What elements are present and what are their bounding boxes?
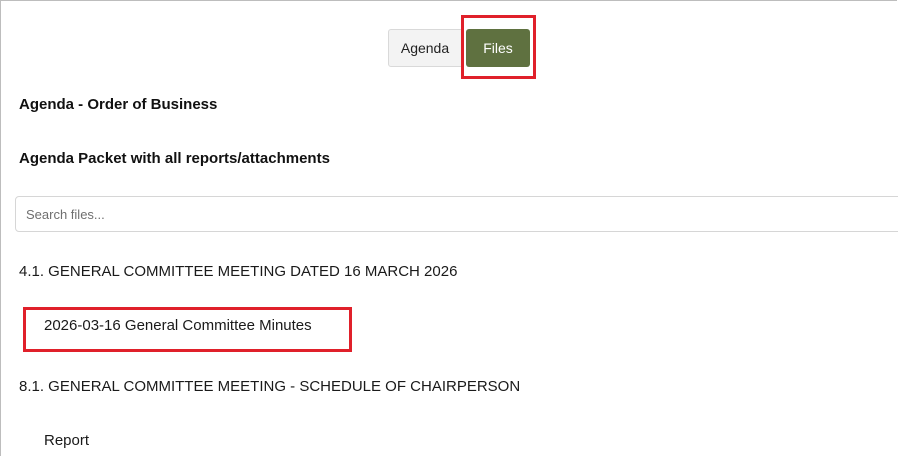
search-files-input[interactable] <box>15 196 898 232</box>
tab-agenda[interactable]: Agenda <box>388 29 462 67</box>
file-link-report[interactable]: Report <box>44 432 89 449</box>
agenda-packet-link[interactable]: Agenda Packet with all reports/attachmen… <box>19 150 330 167</box>
file-highlight <box>23 307 352 352</box>
section-title: 4.1. GENERAL COMMITTEE MEETING DATED 16 … <box>19 263 458 280</box>
files-tab-highlight <box>461 15 536 79</box>
agenda-order-of-business-link[interactable]: Agenda - Order of Business <box>19 96 217 113</box>
section-title: 8.1. GENERAL COMMITTEE MEETING - SCHEDUL… <box>19 378 521 395</box>
